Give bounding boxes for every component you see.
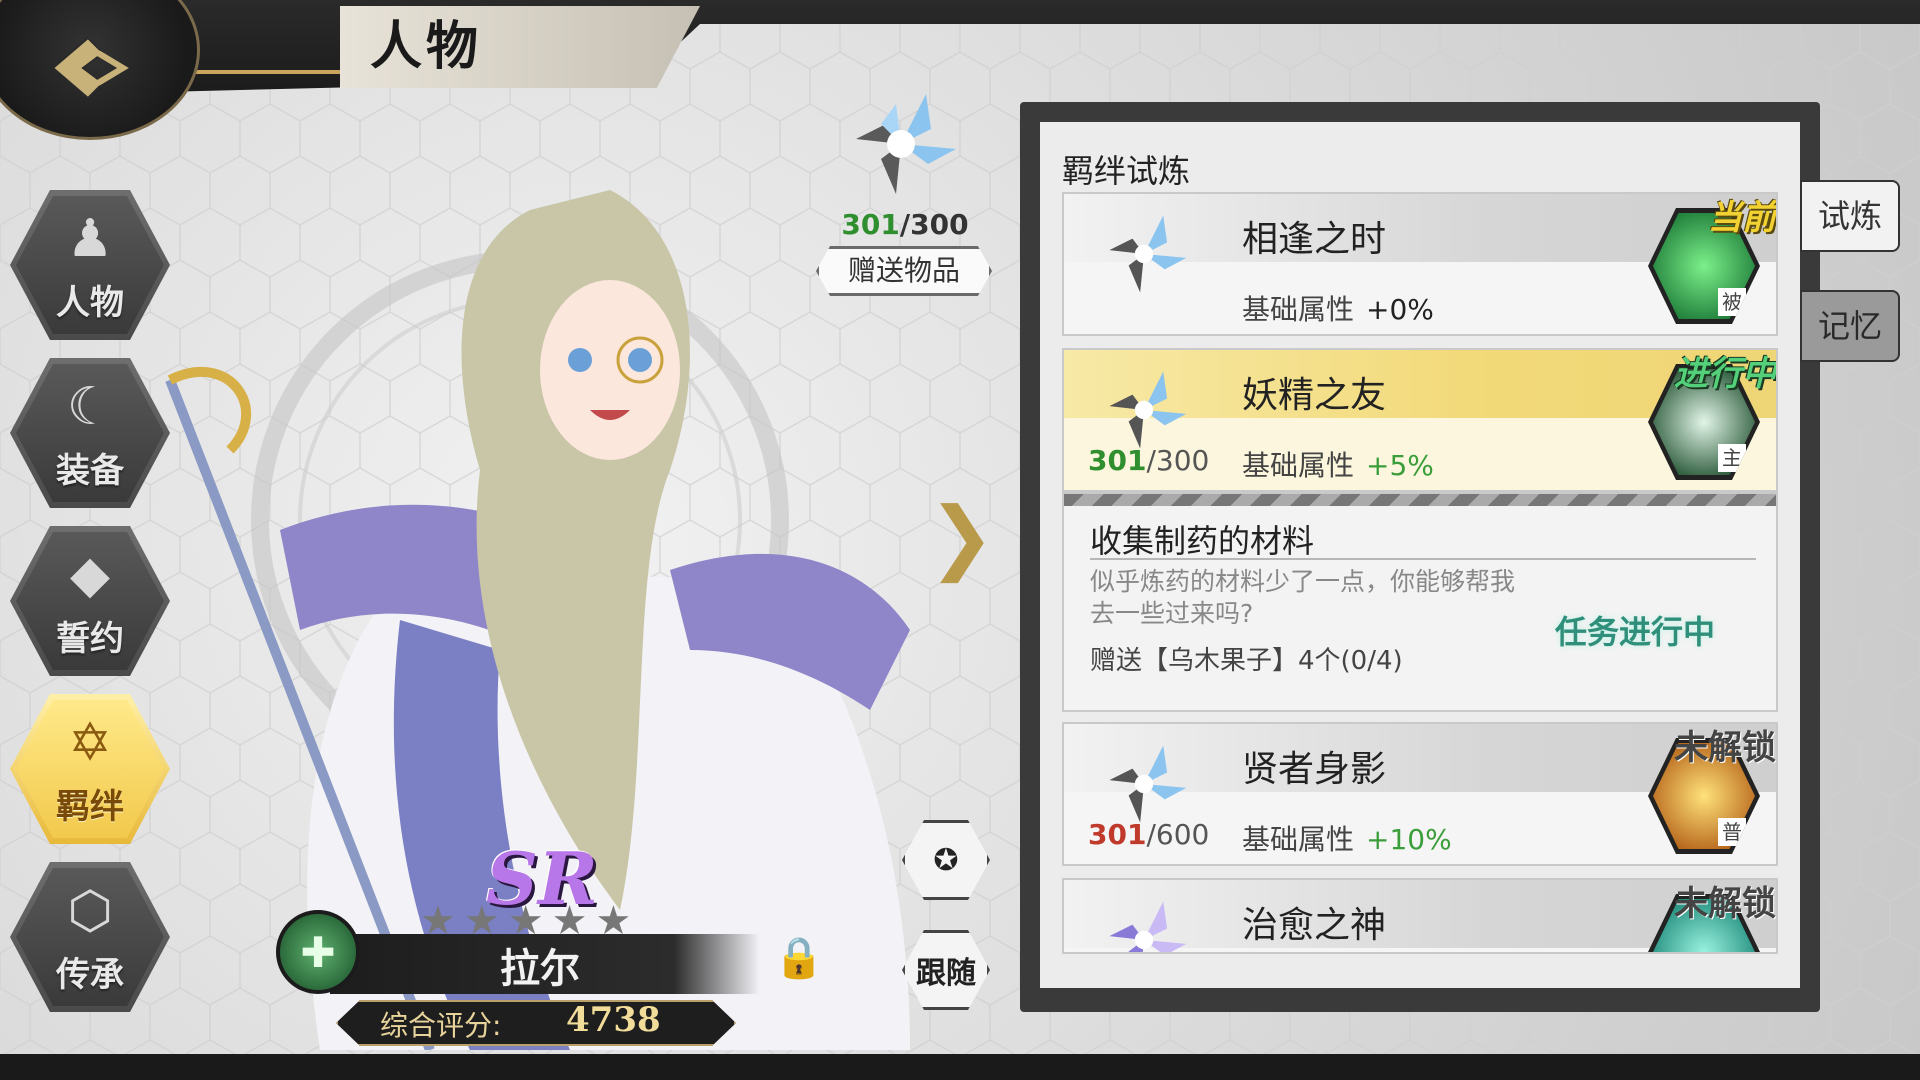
trial-card[interactable]: 相逢之时 基础属性 +0% 被 当前 xyxy=(1062,192,1778,336)
gift-count-max: /300 xyxy=(899,208,969,241)
tab-memory[interactable]: 记忆 xyxy=(1800,290,1900,362)
trial-title: 治愈之神 xyxy=(1242,905,1387,946)
stat-label: 基础属性 xyxy=(1242,449,1355,482)
stat-bonus: +5% xyxy=(1366,449,1434,482)
shuriken-icon xyxy=(1109,215,1187,293)
trial-status: 进行中 xyxy=(1674,354,1776,394)
shuriken-gift-icon xyxy=(856,94,956,194)
shuriken-icon xyxy=(1109,901,1187,952)
trial-card-locked[interactable]: 治愈之神 未解锁 xyxy=(1062,878,1778,954)
trial-count-current: 301 xyxy=(1088,818,1147,851)
trial-card-current[interactable]: 301/300 妖精之友 基础属性 +5% 主 进行中 xyxy=(1062,348,1778,492)
quest-title: 收集制药的材料 xyxy=(1090,522,1315,560)
crystal-icon: ◆ xyxy=(70,545,110,605)
trial-title: 妖精之友 xyxy=(1242,375,1387,416)
role-healer-icon: ✚ xyxy=(276,910,360,994)
page-title: 人物 xyxy=(340,6,700,88)
stat-label: 基础属性 xyxy=(1242,823,1355,856)
quest-description: 似乎炼药的材料少了一点，你能够帮我去一些过来吗? xyxy=(1090,567,1516,628)
nav-label: 羁绊 xyxy=(56,787,124,827)
trial-count-max: /300 xyxy=(1146,444,1210,477)
quest-divider xyxy=(1090,558,1756,560)
lock-icon[interactable]: 🔒 xyxy=(774,934,824,981)
next-arrow-icon[interactable]: ❯ xyxy=(928,490,995,583)
trial-count: 301/600 xyxy=(1088,818,1209,851)
stat-label: 基础属性 xyxy=(1242,293,1355,326)
score-value: 4738 xyxy=(566,1000,661,1040)
bottom-bar xyxy=(0,1054,1920,1080)
score-label: 综合评分: xyxy=(380,1009,502,1042)
bond-star-icon: ✡ xyxy=(68,713,112,773)
trial-stat: 基础属性 +10% xyxy=(1242,818,1452,858)
stat-bonus: +0% xyxy=(1366,293,1434,326)
inheritance-icon: ⬡ xyxy=(67,881,113,941)
quest-status-button[interactable]: 任务进行中 xyxy=(1540,602,1730,662)
trial-tag: 被 xyxy=(1718,288,1746,316)
trial-count-max: /600 xyxy=(1146,818,1210,851)
trial-stat: 基础属性 +0% xyxy=(1242,288,1434,328)
gift-count-current: 301 xyxy=(841,208,900,241)
equipment-icon: ☾ xyxy=(66,377,114,437)
trial-count: 301/300 xyxy=(1088,444,1209,477)
trial-card-locked[interactable]: 301/600 贤者身影 基础属性 +10% 普 未解锁 xyxy=(1062,722,1778,866)
trial-tag: 普 xyxy=(1718,818,1746,846)
trial-count-current: 301 xyxy=(1088,444,1147,477)
quest-requirement: 赠送【乌木果子】4个(0/4) xyxy=(1090,646,1403,676)
star-icon: ✪ xyxy=(933,842,959,878)
character-icon: ♟ xyxy=(66,209,114,269)
character-name: 拉尔 xyxy=(500,946,580,992)
panel-title: 羁绊试炼 xyxy=(1062,152,1191,190)
trial-tag: 主 xyxy=(1718,444,1746,472)
nav-label: 人物 xyxy=(56,283,124,323)
trial-title: 相逢之时 xyxy=(1242,219,1387,260)
back-arrow-icon xyxy=(51,36,129,100)
trial-status: 未解锁 xyxy=(1674,884,1776,924)
gift-item-button[interactable]: 赠送物品 xyxy=(816,246,992,296)
trial-status: 未解锁 xyxy=(1674,728,1776,768)
quest-hatch-divider xyxy=(1064,494,1776,506)
trial-stat: 基础属性 +5% xyxy=(1242,444,1434,484)
gift-count: 301/300 xyxy=(820,208,990,241)
nav-label: 传承 xyxy=(56,955,124,995)
trial-title: 贤者身影 xyxy=(1242,749,1387,790)
trial-status: 当前 xyxy=(1708,198,1776,238)
nav-label: 誓约 xyxy=(56,619,124,659)
tab-trial[interactable]: 试炼 xyxy=(1800,180,1900,252)
nav-label: 装备 xyxy=(56,451,124,491)
stat-bonus: +10% xyxy=(1366,823,1452,856)
